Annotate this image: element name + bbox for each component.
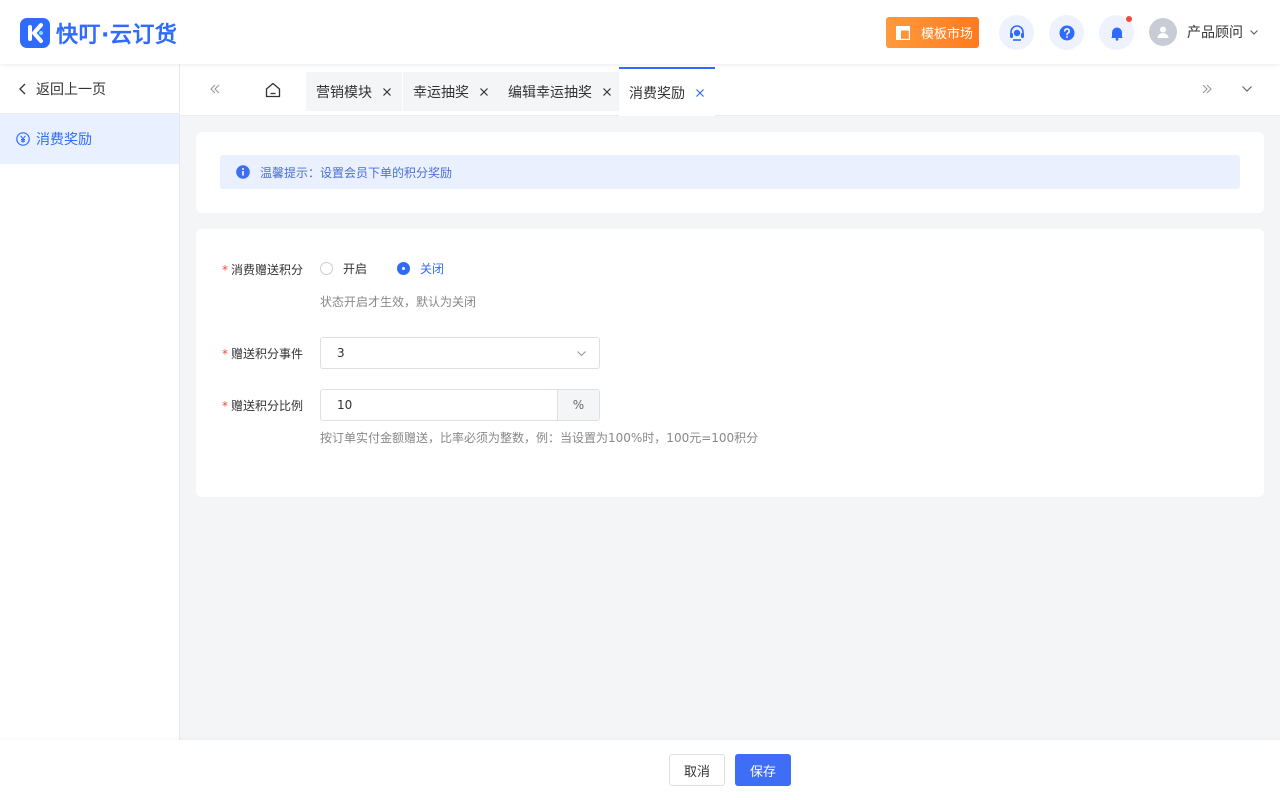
tip-card: 温馨提示：设置会员下单的积分奖励	[196, 132, 1264, 213]
points-toggle-label: * 消费赠送积分	[222, 263, 304, 277]
radio-on[interactable]: 开启	[320, 260, 367, 277]
tab-bar: 营销模块 幸运抽奖 编辑幸运抽奖 消费奖励	[180, 64, 1280, 116]
tab-edit-lucky-draw[interactable]: 编辑幸运抽奖	[498, 72, 622, 111]
footer-bar: 取消 保存	[0, 740, 1280, 800]
ratio-help: 按订单实付金额赠送，比率必须为整数，例：当设置为100%时，100元=100积分	[320, 431, 759, 445]
ratio-unit: %	[557, 390, 599, 420]
chevron-down-icon	[577, 351, 586, 357]
radio-label: 关闭	[420, 262, 445, 276]
required-mark: *	[222, 399, 228, 413]
ratio-input-group: 10 %	[320, 389, 600, 421]
help-button[interactable]	[1049, 15, 1084, 50]
tab-label: 营销模块	[316, 84, 372, 101]
close-icon[interactable]	[602, 87, 612, 97]
scroll-right-icon[interactable]	[1200, 80, 1214, 98]
tip-banner: 温馨提示：设置会员下单的积分奖励	[220, 155, 1240, 189]
headset-icon	[1009, 24, 1024, 41]
close-icon[interactable]	[479, 87, 489, 97]
customer-service-button[interactable]	[999, 15, 1034, 50]
info-icon	[236, 165, 250, 179]
brand-logo[interactable]: 快叮·云订货	[20, 17, 177, 49]
required-mark: *	[222, 347, 228, 361]
back-label: 返回上一页	[36, 81, 106, 98]
chevron-down-icon[interactable]	[1240, 80, 1254, 98]
radio-off[interactable]: 关闭	[397, 260, 444, 277]
top-header: 快叮·云订货 模板市场 产品顾问	[0, 0, 1280, 64]
sidebar: 返回上一页 消费奖励	[0, 64, 180, 740]
back-button[interactable]: 返回上一页	[0, 64, 179, 114]
tab-label: 幸运抽奖	[413, 84, 469, 101]
tab-label: 编辑幸运抽奖	[508, 84, 592, 101]
tab-marketing-module[interactable]: 营销模块	[306, 72, 402, 111]
ratio-label: * 赠送积分比例	[222, 399, 304, 413]
reward-form: * 消费赠送积分 开启 关闭 状态开启才生效，默认为关闭 * 赠送积分事件 3 * 赠…	[196, 229, 1264, 497]
notification-button[interactable]	[1099, 15, 1134, 50]
chevron-left-icon	[19, 83, 26, 94]
bell-icon	[1110, 27, 1123, 41]
brand-logo-icon	[20, 18, 50, 48]
avatar	[1149, 18, 1177, 46]
user-name: 产品顾问	[1187, 25, 1243, 41]
yen-icon	[16, 132, 30, 146]
points-toggle-radio-group: 开启 关闭	[320, 260, 474, 277]
home-icon[interactable]	[264, 81, 282, 99]
event-label: * 赠送积分事件	[222, 347, 304, 361]
event-select[interactable]: 3	[320, 337, 600, 369]
user-menu[interactable]: 产品顾问	[1149, 18, 1259, 46]
required-mark: *	[222, 263, 228, 277]
template-market-label: 模板市场	[921, 27, 974, 42]
scroll-left-icon[interactable]	[208, 80, 222, 98]
ratio-input[interactable]: 10	[321, 390, 557, 420]
template-market-button[interactable]: 模板市场	[886, 17, 979, 48]
notification-badge	[1126, 16, 1132, 22]
question-icon	[1059, 25, 1074, 40]
tip-text: 温馨提示：设置会员下单的积分奖励	[260, 165, 453, 180]
points-toggle-help: 状态开启才生效，默认为关闭	[320, 295, 477, 309]
sidebar-item-label: 消费奖励	[36, 132, 92, 148]
cancel-button[interactable]: 取消	[669, 754, 725, 786]
sidebar-item-consumption-reward[interactable]: 消费奖励	[0, 114, 179, 164]
chevron-down-icon	[1250, 30, 1258, 35]
template-icon	[896, 25, 910, 40]
tab-lucky-draw[interactable]: 幸运抽奖	[403, 72, 499, 111]
radio-circle	[320, 262, 333, 275]
radio-label: 开启	[343, 262, 368, 276]
brand-name: 快叮·云订货	[56, 23, 178, 48]
save-button[interactable]: 保存	[735, 754, 791, 786]
close-icon[interactable]	[695, 88, 705, 98]
close-icon[interactable]	[382, 87, 392, 97]
tab-label: 消费奖励	[629, 85, 685, 102]
radio-circle	[397, 262, 411, 275]
tab-consumption-reward[interactable]: 消费奖励	[619, 67, 715, 116]
event-select-value: 3	[337, 346, 345, 360]
user-icon	[1157, 26, 1169, 38]
